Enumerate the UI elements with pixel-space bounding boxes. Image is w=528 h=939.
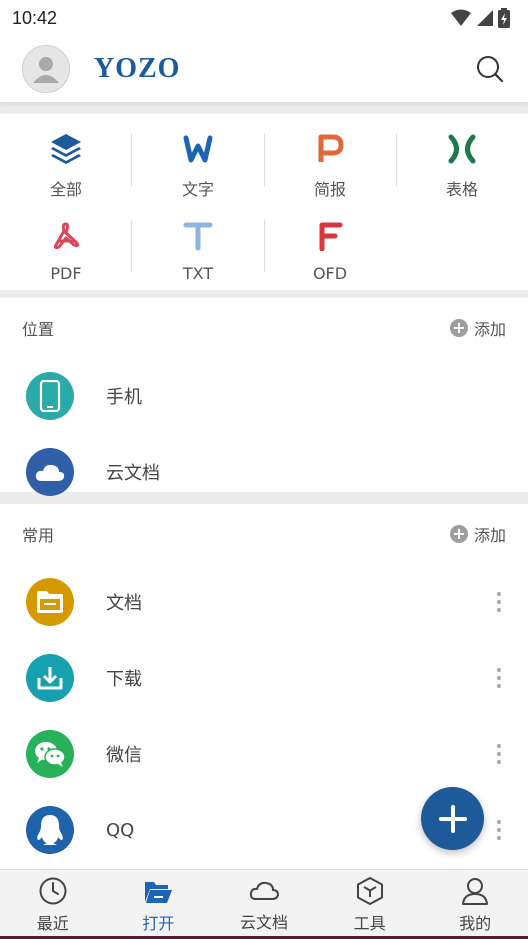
tab-tools[interactable]: 工具 bbox=[317, 870, 423, 939]
user-avatar-icon bbox=[33, 57, 59, 83]
plus-icon: + bbox=[449, 319, 468, 337]
frequent-name: 文档 bbox=[106, 593, 142, 614]
plus-icon bbox=[438, 804, 467, 833]
status-bar: 10:42 bbox=[0, 0, 528, 36]
tab-me[interactable]: 我的 bbox=[422, 870, 528, 939]
app-logo: YOZO bbox=[94, 53, 181, 84]
type-label: 全部 bbox=[49, 180, 82, 199]
frequent-name: 下载 bbox=[106, 669, 142, 690]
wechat-icon bbox=[26, 730, 74, 778]
tab-label: 打开 bbox=[142, 913, 175, 933]
tab-label: 工具 bbox=[353, 913, 386, 933]
layers-icon bbox=[49, 130, 83, 168]
qq-icon bbox=[26, 806, 74, 854]
search-button[interactable] bbox=[474, 53, 506, 85]
plus-icon: + bbox=[449, 525, 468, 543]
tab-label: 我的 bbox=[459, 913, 492, 933]
location-header: 位置 + 添加 bbox=[0, 298, 528, 358]
add-frequent-button[interactable]: + 添加 bbox=[449, 522, 506, 546]
add-fab-button[interactable] bbox=[421, 787, 484, 850]
folder-icon bbox=[26, 578, 74, 626]
folder-open-icon bbox=[145, 881, 173, 903]
section-title: 常用 bbox=[22, 526, 55, 545]
type-pdf[interactable]: PDF bbox=[0, 206, 132, 286]
word-icon bbox=[183, 130, 213, 168]
battery-icon bbox=[498, 8, 510, 28]
type-label: 文字 bbox=[181, 180, 214, 199]
user-icon bbox=[462, 877, 489, 905]
frequent-name: 微信 bbox=[106, 745, 142, 766]
cloud-outline-icon bbox=[249, 881, 279, 900]
cloud-icon bbox=[26, 448, 74, 496]
type-label: 表格 bbox=[445, 180, 478, 199]
txt-icon bbox=[183, 216, 213, 256]
phone-icon bbox=[26, 372, 74, 420]
tab-label: 最近 bbox=[36, 913, 69, 933]
type-presentation[interactable]: 简报 bbox=[264, 120, 396, 200]
signal-icon bbox=[477, 10, 493, 26]
presentation-icon bbox=[316, 130, 344, 168]
frequent-item-documents[interactable]: 文档 bbox=[0, 564, 528, 640]
app-header: YOZO bbox=[0, 36, 528, 102]
add-label: 添加 bbox=[473, 526, 506, 545]
file-type-grid: 全部 文字 简报 表格 PDF TXT OFD bbox=[0, 114, 528, 290]
type-txt[interactable]: TXT bbox=[132, 206, 264, 286]
type-all[interactable]: 全部 bbox=[0, 120, 132, 200]
type-label: PDF bbox=[50, 264, 82, 283]
search-icon bbox=[477, 56, 504, 83]
type-spreadsheet[interactable]: 表格 bbox=[396, 120, 528, 200]
toolbox-icon bbox=[356, 876, 383, 905]
location-item-phone[interactable]: 手机 bbox=[0, 358, 528, 434]
spreadsheet-icon bbox=[447, 130, 477, 168]
download-icon bbox=[26, 654, 74, 702]
frequent-item-downloads[interactable]: 下载 bbox=[0, 640, 528, 716]
tab-recent[interactable]: 最近 bbox=[0, 870, 106, 939]
tab-open[interactable]: 打开 bbox=[106, 870, 212, 939]
type-label: TXT bbox=[182, 264, 214, 283]
type-word[interactable]: 文字 bbox=[132, 120, 264, 200]
location-item-cloud[interactable]: 云文档 bbox=[0, 434, 528, 510]
avatar[interactable] bbox=[22, 45, 70, 93]
status-time: 10:42 bbox=[12, 7, 58, 28]
type-label: OFD bbox=[312, 264, 348, 283]
type-label: 简报 bbox=[313, 180, 346, 199]
tab-cloud[interactable]: 云文档 bbox=[211, 870, 317, 939]
ofd-icon bbox=[316, 216, 344, 256]
section-title: 位置 bbox=[22, 320, 55, 339]
location-section: 位置 + 添加 手机 云文档 bbox=[0, 298, 528, 496]
location-name: 手机 bbox=[106, 387, 142, 408]
tab-label: 云文档 bbox=[239, 912, 288, 932]
status-icons bbox=[450, 8, 510, 28]
more-options-icon[interactable] bbox=[496, 744, 502, 764]
add-location-button[interactable]: + 添加 bbox=[449, 316, 506, 340]
clock-icon bbox=[39, 877, 67, 904]
type-ofd[interactable]: OFD bbox=[264, 206, 396, 286]
bottom-nav: 最近 打开 云文档 工具 我的 bbox=[0, 869, 528, 939]
frequent-name: QQ bbox=[106, 819, 135, 841]
add-label: 添加 bbox=[473, 320, 506, 339]
frequent-item-wechat[interactable]: 微信 bbox=[0, 716, 528, 792]
pdf-icon bbox=[51, 216, 81, 256]
more-options-icon[interactable] bbox=[496, 668, 502, 688]
location-name: 云文档 bbox=[106, 463, 160, 484]
frequent-header: 常用 + 添加 bbox=[0, 504, 528, 564]
more-options-icon[interactable] bbox=[496, 592, 502, 612]
wifi-icon bbox=[451, 9, 471, 26]
more-options-icon[interactable] bbox=[496, 820, 502, 840]
